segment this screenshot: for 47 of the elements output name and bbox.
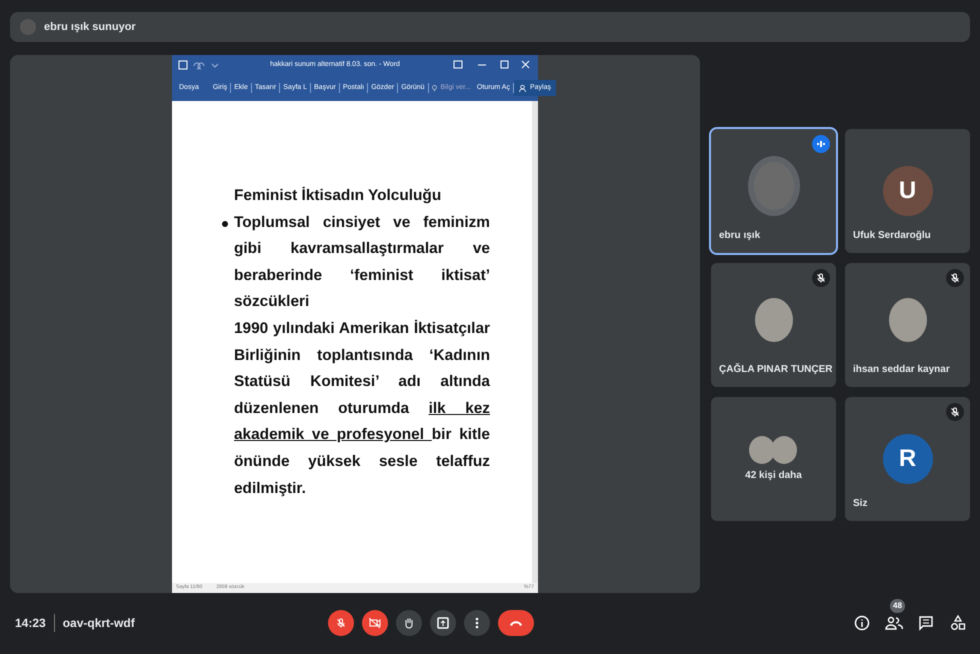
participant-name: Siz (853, 497, 868, 511)
photo-placeholder (888, 298, 926, 342)
participant-name: ihsan seddar kaynar (853, 363, 950, 377)
person-icon (518, 84, 526, 92)
more-options-button[interactable] (464, 610, 490, 636)
hang-up-icon (508, 620, 523, 626)
presenter-avatar (20, 19, 36, 35)
info-icon (854, 615, 870, 631)
more-participants-label: 42 kişi daha (745, 468, 802, 482)
avatar-circle: U (882, 166, 932, 216)
avatar-circle: R (882, 434, 932, 484)
meeting-time: 14:23 (15, 615, 46, 632)
participant-count-badge: 48 (890, 599, 905, 613)
camera-button[interactable] (362, 610, 388, 636)
document-paragraph: Toplumsal cinsiyet ve feminizm gibi kavramsallaştırmalar ve beraberinde ‘feminist iktisat’ sözcükleri (234, 212, 490, 312)
photo-placeholder (771, 436, 798, 464)
document-heading: Feminist İktisadın Yolculuğu (234, 186, 442, 206)
participant-tile[interactable]: R Siz (845, 397, 970, 521)
lightbulb-icon (432, 84, 437, 92)
microphone-button[interactable] (328, 610, 354, 636)
present-button[interactable] (430, 610, 456, 636)
presenter-label: ebru ışık sunuyor (44, 20, 136, 35)
participant-name: Ufuk Serdaroğlu (853, 229, 931, 243)
quick-access-icons[interactable] (178, 60, 218, 70)
participant-tile[interactable]: ebru ışık (711, 129, 836, 253)
camera-off-icon (368, 618, 381, 628)
participant-name: ebru ışık (719, 229, 760, 243)
shapes-icon (950, 615, 966, 631)
participant-name: ÇAĞLA PINAR TUNÇER (719, 362, 833, 377)
participant-tile[interactable]: U Ufuk Serdaroğlu (845, 129, 970, 253)
participant-tile[interactable]: ÇAĞLA PINAR TUNÇER (711, 263, 836, 387)
document-paragraph: 1990 yılındaki Amerikan İktisatçılar Birliğinin toplantısında ‘Kadının Statüsü Komitesi’ adı altında düzenlenen oturumda ilk kez akademik ve profesyonel bir kitle önünde yüksek sesle telaffuz edilmiştir. (234, 318, 490, 499)
raise-hand-button[interactable] (396, 610, 422, 636)
window-controls[interactable] (452, 60, 532, 70)
photo-placeholder (749, 436, 776, 464)
participant-tile[interactable]: 42 kişi daha (711, 397, 836, 521)
bullet-icon (222, 220, 228, 227)
leave-call-button[interactable] (498, 610, 534, 636)
people-icon (885, 615, 903, 631)
chat-icon (918, 615, 934, 631)
hand-icon (404, 617, 414, 629)
participant-tile[interactable]: ihsan seddar kaynar (845, 263, 970, 387)
photo-placeholder (754, 298, 792, 342)
meeting-code: oav-qkrt-wdf (54, 614, 135, 632)
present-icon (436, 617, 449, 629)
more-icon (474, 617, 479, 629)
muted-mic-icon (336, 618, 346, 628)
